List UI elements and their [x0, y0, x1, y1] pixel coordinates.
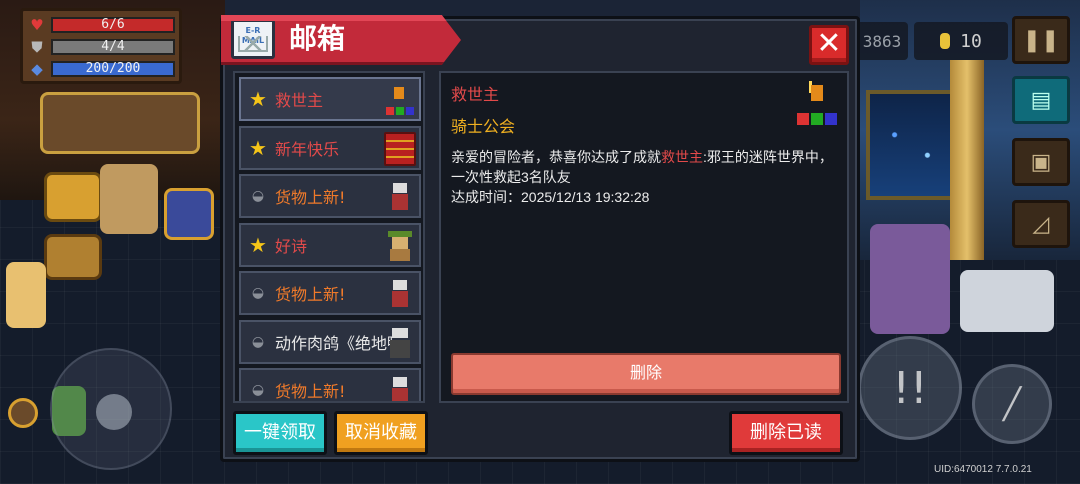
energy-bar: 200/200: [51, 61, 175, 77]
title-ribbon: E-R MAIL 邮箱: [221, 15, 461, 65]
mailbox-dialog: E-R MAIL 邮箱 ✕ ★ 救世主 ★ 新年快乐 ◒ 货物上新! ★ 好诗 ◒ 货物上新! ◒ 动…: [220, 15, 860, 462]
stairs-icon: ◿: [1032, 211, 1050, 237]
level-button[interactable]: ◿: [1012, 200, 1070, 248]
mail-icon: E-R MAIL: [231, 19, 275, 59]
movement-joystick[interactable]: [50, 348, 172, 470]
star-window: [866, 90, 956, 200]
dark-icon: [384, 325, 416, 360]
health-bar: 6/6: [51, 17, 175, 33]
mail-time: 达成时间：2025/12/13 19:32:28: [451, 189, 650, 205]
star-icon: ★: [249, 232, 267, 257]
dialog-title: 邮箱: [289, 22, 346, 55]
sword-icon: ╱: [1002, 386, 1022, 422]
heart-icon: ♥: [30, 16, 44, 34]
gold-pillar: [950, 60, 984, 260]
star-icon: ★: [249, 87, 267, 111]
pause-button[interactable]: ❚❚: [1012, 16, 1070, 64]
skill-button[interactable]: !!: [858, 336, 962, 440]
barrel: [8, 398, 38, 428]
mail-detail-title: 救世主: [451, 85, 500, 104]
knight-icon: [384, 374, 416, 401]
envelope-icon: ◒: [251, 382, 265, 398]
knight-icon: [384, 277, 416, 311]
profile-button[interactable]: ▣: [1012, 138, 1070, 186]
mail-list-item[interactable]: ◒ 货物上新!: [239, 174, 421, 218]
gem-icon: [940, 33, 951, 49]
gem-counter: 10: [914, 22, 1008, 60]
mail-item-label: 新年快乐: [275, 139, 340, 159]
weapon-rack: [960, 270, 1054, 332]
close-button[interactable]: ✕: [809, 25, 849, 65]
shop-button[interactable]: ▤: [1012, 76, 1070, 124]
mail-body-prefix: 亲爱的冒险者，恭喜你达成了成就: [451, 149, 661, 165]
envelope-icon: ◒: [251, 188, 265, 204]
envelope-icon: ◒: [251, 285, 265, 301]
mail-item-label: 动作肉鸽《绝地鸭: [275, 333, 393, 353]
knight-icon: [384, 180, 416, 214]
mail-item-label: 好诗: [275, 236, 308, 256]
mail-item-label: 货物上新!: [275, 188, 346, 207]
armor-row: ⛊ 4/4: [27, 36, 175, 58]
shield-icon: ⛊: [31, 38, 43, 56]
energy-value: 200/200: [85, 61, 141, 76]
health-value: 6/6: [101, 17, 125, 32]
coin-counter: 3863: [856, 22, 908, 60]
exclamation-icon: !!: [892, 362, 928, 414]
coin-value: 3863: [862, 31, 902, 51]
mail-list-item[interactable]: ◒ 货物上新!: [239, 368, 421, 401]
health-row: ♥ 6/6: [27, 14, 175, 36]
id-card-icon: ▣: [1030, 149, 1052, 175]
armor-bar: 4/4: [51, 39, 175, 55]
delete-read-button[interactable]: 删除已读: [729, 411, 843, 455]
mail-list-item[interactable]: ★ 新年快乐: [239, 125, 421, 170]
uid-label: UID:6470012 7.7.0.21: [934, 464, 1032, 475]
chest-icon: [384, 131, 416, 166]
weapon-display: [40, 92, 200, 154]
mail-list-item[interactable]: ◒ 货物上新!: [239, 271, 421, 315]
map-pin-icon[interactable]: [44, 172, 102, 222]
energy-icon: ◆: [31, 60, 43, 78]
star-icon: ★: [249, 135, 267, 160]
mail-item-label: 货物上新!: [275, 382, 346, 401]
refresh-icon[interactable]: [44, 234, 102, 280]
cart-icon: ▤: [1030, 87, 1052, 113]
joystick-knob[interactable]: [96, 394, 132, 430]
mail-list[interactable]: ★ 救世主 ★ 新年快乐 ◒ 货物上新! ★ 好诗 ◒ 货物上新! ◒ 动作肉鸽《绝地鸭 ◒ 货物上新!: [233, 71, 425, 403]
energy-row: ◆ 200/200: [27, 58, 175, 80]
mail-list-item[interactable]: ★ 救世主: [239, 77, 421, 121]
mail-list-item[interactable]: ◒ 动作肉鸽《绝地鸭: [239, 319, 421, 364]
egg-basket: [100, 164, 158, 234]
player-stats-panel: ♥ 6/6 ⛊ 4/4 ◆ 200/200: [20, 8, 182, 84]
anubis-character: [870, 224, 950, 334]
attack-button[interactable]: ╱: [972, 364, 1052, 444]
trophy-icon: [384, 83, 416, 117]
mail-list-item[interactable]: ★ 好诗: [239, 222, 421, 267]
mail-item-label: 救世主: [275, 91, 324, 110]
maid-character: [6, 262, 46, 328]
envelope-icon: ◒: [251, 333, 265, 350]
mail-sender: 骑士公会: [451, 117, 516, 136]
trophy-icon: [795, 81, 839, 127]
mail-detail: 救世主 骑士公会 亲爱的冒险者，恭喜你达成了成就救世主:邪王的迷阵世界中，一次性…: [439, 71, 849, 403]
mail-body: 亲爱的冒险者，恭喜你达成了成就救世主:邪王的迷阵世界中，一次性救起3名队友 达成…: [451, 147, 843, 207]
mail-icon-text: E-R MAIL: [241, 26, 265, 45]
mail-item-label: 货物上新!: [275, 285, 346, 304]
treasure-chest: [164, 188, 214, 240]
gem-value: 10: [960, 30, 982, 52]
armor-value: 4/4: [101, 39, 125, 54]
mail-body-highlight: 救世主: [661, 149, 703, 165]
pause-icon: ❚❚: [1022, 27, 1060, 53]
claim-all-button[interactable]: 一键领取: [233, 411, 327, 455]
delete-button[interactable]: 删除: [451, 353, 841, 395]
poet-icon: [384, 228, 416, 263]
unfavorite-button[interactable]: 取消收藏: [334, 411, 428, 455]
